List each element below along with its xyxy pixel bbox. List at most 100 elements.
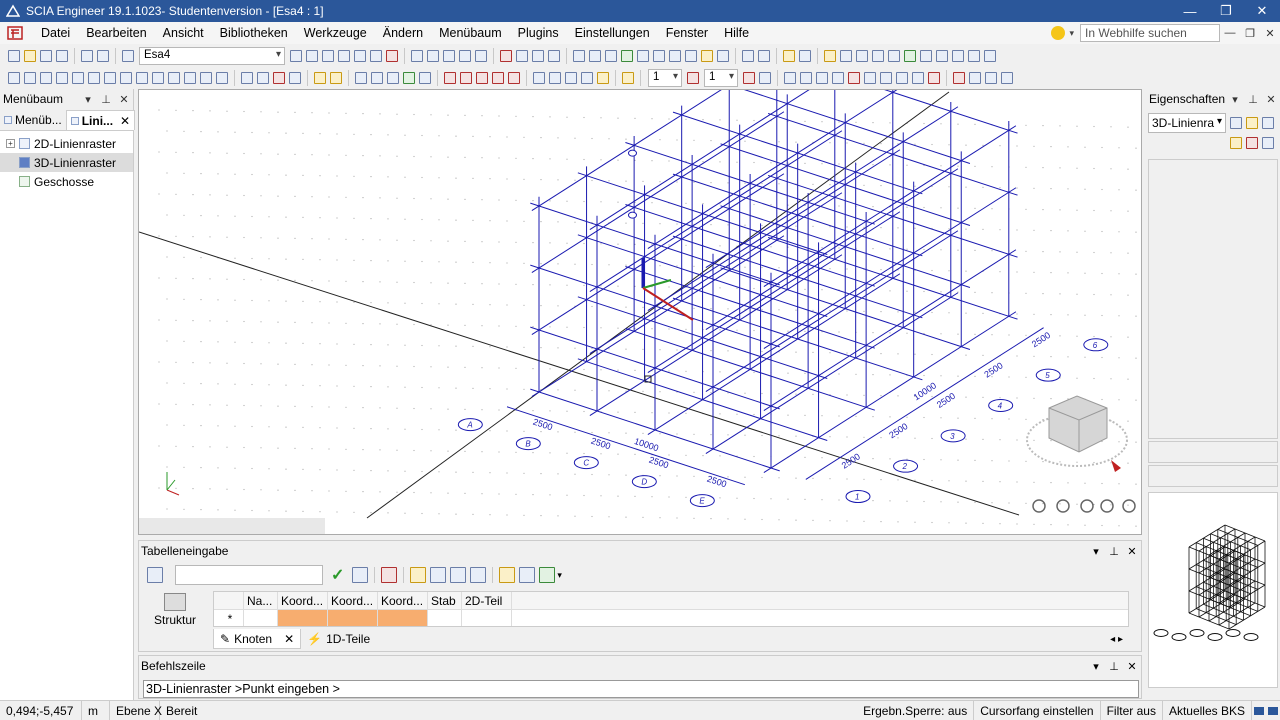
tab-knoten[interactable]: ✎ Knoten ✕ [213, 629, 302, 649]
3d-viewport[interactable]: 2500 2500 2500 2500 10000 2500 2500 2500 2500 250… [138, 89, 1142, 535]
props-edit-icon[interactable] [1262, 117, 1274, 129]
tree-item-2d-linienraster[interactable]: + 2D-Linienraster [0, 134, 133, 153]
view-icon-4[interactable] [338, 50, 350, 62]
table-close-icon[interactable]: ✕ [1123, 545, 1141, 558]
render-icon-6[interactable] [904, 50, 916, 62]
snap-icon-9[interactable] [912, 72, 924, 84]
window-icon[interactable] [122, 50, 134, 62]
snap-icon-10[interactable] [928, 72, 940, 84]
grid-drawing[interactable]: 2500250025002500100002500250025002500250… [139, 90, 1141, 534]
render-icon-5[interactable] [888, 50, 900, 62]
box-icon[interactable] [622, 72, 634, 84]
props-brush-icon[interactable] [1230, 137, 1242, 149]
status-result-lock[interactable]: Ergebn.Sperre: aus [857, 700, 975, 720]
zoom-window-icon[interactable] [621, 50, 633, 62]
expand-icon[interactable]: + [6, 139, 15, 148]
spin-input-1[interactable]: 1 [648, 69, 682, 87]
table-dropdown-icon[interactable]: ▾ [1087, 545, 1105, 558]
col-koord-y[interactable]: Koord... [328, 592, 378, 610]
mesh-icon[interactable] [184, 72, 196, 84]
menu-hilfe[interactable]: Hilfe [716, 22, 757, 44]
render-icon-10[interactable] [968, 50, 980, 62]
table-group-icon[interactable] [450, 567, 467, 583]
snap-icon-7[interactable] [880, 72, 892, 84]
tab-scroll-icon[interactable]: ◂ ▸ [1110, 634, 1129, 645]
status-filter[interactable]: Filter aus [1101, 700, 1163, 720]
report-icon[interactable] [459, 50, 471, 62]
move-icon[interactable] [241, 72, 253, 84]
props-close-icon[interactable]: ✕ [1262, 93, 1280, 106]
view-icon-2[interactable] [306, 50, 318, 62]
props-action-row-2[interactable] [1148, 465, 1278, 487]
mdi-restore-button[interactable]: ❐ [1240, 27, 1260, 40]
tab-linienraster[interactable]: Lini... ✕ [65, 110, 136, 130]
menu-plugins[interactable]: Plugins [510, 22, 567, 44]
pin-icon[interactable] [717, 50, 729, 62]
pan-icon[interactable] [637, 50, 649, 62]
copy-icon[interactable] [257, 72, 269, 84]
ucs-icon-2[interactable] [371, 72, 383, 84]
hinge-icon[interactable] [104, 72, 116, 84]
minimize-button[interactable]: — [1172, 0, 1208, 22]
rotate-object-icon[interactable] [289, 72, 301, 84]
confirm-check-icon[interactable]: ✓ [331, 565, 344, 585]
display-icon-3[interactable] [985, 72, 997, 84]
display-icon-1[interactable] [953, 72, 965, 84]
wall-icon[interactable] [72, 72, 84, 84]
structure-button[interactable]: Struktur [143, 593, 207, 627]
view-persp-icon[interactable] [597, 72, 609, 84]
snap-icon-8[interactable] [896, 72, 908, 84]
viewport-scrollbar[interactable] [139, 518, 325, 534]
filter-icon[interactable] [532, 50, 544, 62]
properties-grid[interactable] [1148, 159, 1278, 439]
connect-icon[interactable] [314, 72, 326, 84]
table-icon[interactable] [147, 567, 163, 583]
props-pin-icon[interactable]: ⊥ [1244, 93, 1262, 106]
col-koord-x[interactable]: Koord... [278, 592, 328, 610]
cmd-dropdown-icon[interactable]: ▾ [1087, 660, 1105, 673]
render-icon-7[interactable] [920, 50, 932, 62]
restore-button[interactable]: ❐ [1208, 0, 1244, 22]
close-button[interactable]: ✕ [1244, 0, 1280, 22]
print-icon[interactable] [411, 50, 423, 62]
zoom-select-icon[interactable] [516, 50, 528, 62]
help-search-input[interactable]: In Webhilfe suchen [1080, 24, 1220, 42]
table-row[interactable]: * [214, 610, 1128, 626]
tab-close-icon[interactable]: ✕ [284, 629, 294, 649]
light-icon[interactable] [701, 50, 713, 62]
save-all-icon[interactable] [56, 50, 68, 62]
polyline-icon[interactable] [460, 72, 472, 84]
rotate-icon[interactable] [653, 50, 665, 62]
table-lock-icon[interactable] [410, 567, 427, 583]
menu-datei[interactable]: Datei [33, 22, 78, 44]
undo-icon[interactable] [81, 50, 93, 62]
menu-einstellungen[interactable]: Einstellungen [567, 22, 658, 44]
feedback-smiley-icon[interactable] [1051, 26, 1066, 40]
render-icon-8[interactable] [936, 50, 948, 62]
line-icon[interactable] [444, 72, 456, 84]
layers-icon[interactable] [742, 50, 754, 62]
table-filter-icon[interactable] [499, 567, 516, 583]
zoom-next-icon[interactable] [685, 50, 697, 62]
mirror-icon[interactable] [273, 72, 285, 84]
view-icon-3[interactable] [322, 50, 334, 62]
document-icon[interactable] [443, 50, 455, 62]
select-icon[interactable] [500, 50, 512, 62]
open-file-icon[interactable] [24, 50, 36, 62]
check-icon[interactable] [799, 50, 811, 62]
menu-fenster[interactable]: Fenster [658, 22, 716, 44]
zoom-in-icon[interactable] [573, 50, 585, 62]
table-columns-icon[interactable] [430, 567, 447, 583]
table-add-icon[interactable] [352, 567, 369, 583]
nodes-table[interactable]: Na... Koord... Koord... Koord... Stab 2D… [213, 591, 1129, 627]
section-icon[interactable] [200, 72, 212, 84]
print-preview-icon[interactable] [427, 50, 439, 62]
props-dropdown-icon[interactable]: ▾ [1226, 93, 1244, 106]
view-icon-1[interactable] [290, 50, 302, 62]
spin-input-2[interactable]: 1 [704, 69, 738, 87]
props-action-row[interactable] [1148, 441, 1278, 463]
excel-dropdown-icon[interactable]: ▾ [557, 570, 562, 581]
menu-ansicht[interactable]: Ansicht [155, 22, 212, 44]
command-line-input[interactable]: 3D-Linienraster >Punkt eingeben > [143, 680, 1139, 698]
ucs-icon-4[interactable] [403, 72, 415, 84]
